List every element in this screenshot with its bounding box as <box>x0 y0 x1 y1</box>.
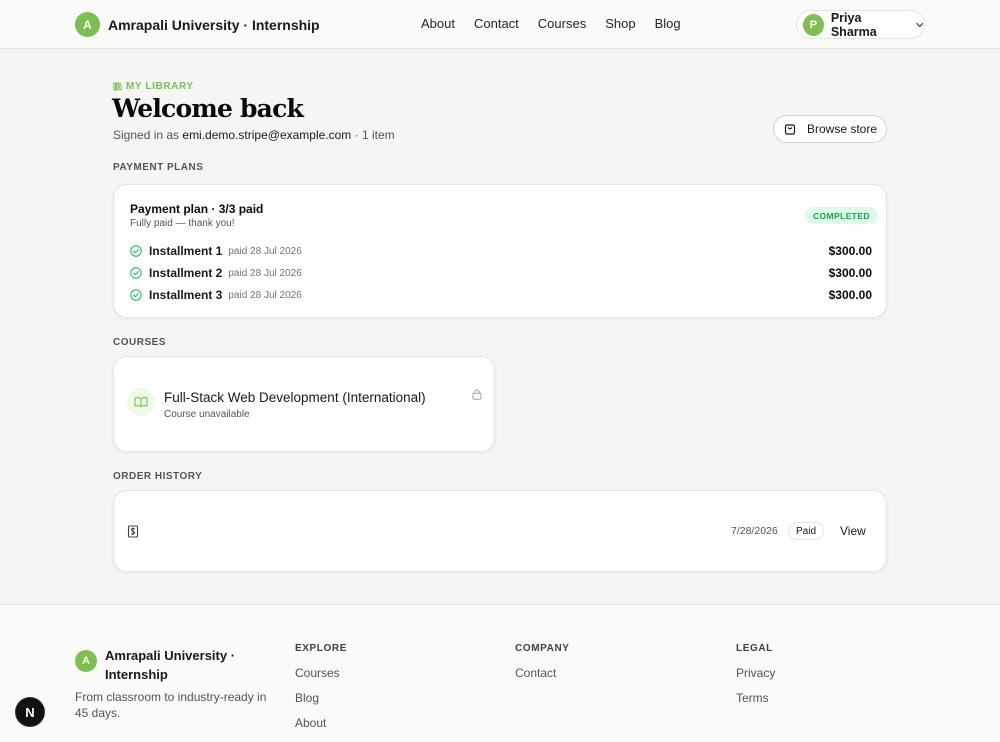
footer-column-legal: LEGAL Privacy Terms <box>736 643 775 716</box>
browse-store-button[interactable]: Browse store <box>773 115 887 143</box>
avatar: P <box>803 13 824 36</box>
nav-link-about[interactable]: About <box>421 16 455 31</box>
footer-column-title: EXPLORE <box>295 643 347 654</box>
course-title: Full-Stack Web Development (Internationa… <box>164 390 426 405</box>
main-nav: About Contact Courses Shop Blog <box>421 16 700 31</box>
shopping-bag-icon <box>784 124 796 135</box>
payment-plan-card: Payment plan · 3/3 paid Fully paid — tha… <box>113 184 887 318</box>
check-circle-icon <box>130 289 142 301</box>
user-menu-button[interactable]: P Priya Sharma <box>796 10 925 39</box>
item-count: · 1 item <box>351 128 395 142</box>
user-name: Priya Sharma <box>830 10 877 39</box>
chevron-down-icon <box>915 22 923 27</box>
top-navbar: A Amrapali University · Internship About… <box>0 0 1000 49</box>
footer-brand-name: Amrapali University · Internship <box>105 648 236 682</box>
footer-brand[interactable]: A Amrapali University · Internship <box>75 646 245 684</box>
footer-link-blog[interactable]: Blog <box>295 691 347 706</box>
installment-amount: $300.00 <box>828 244 872 258</box>
footer-link-about[interactable]: About <box>295 716 347 731</box>
installment-name: Installment 3 <box>149 288 223 302</box>
signed-in-prefix: Signed in as <box>113 128 183 142</box>
view-order-link[interactable]: View <box>840 524 866 538</box>
footer-link-privacy[interactable]: Privacy <box>736 666 775 681</box>
eyebrow-label: MY LIBRARY <box>126 81 194 92</box>
nav-link-courses[interactable]: Courses <box>538 16 586 31</box>
section-label-payment-plans: PAYMENT PLANS <box>113 162 204 173</box>
footer-column-title: LEGAL <box>736 643 773 654</box>
footer-tagline: From classroom to industry-ready in 45 d… <box>75 690 267 720</box>
user-email: emi.demo.stripe@example.com <box>182 128 352 142</box>
dev-tools-badge[interactable]: N <box>15 697 45 727</box>
status-badge: COMPLETED <box>805 207 878 224</box>
section-label-order-history: ORDER HISTORY <box>113 471 203 482</box>
browse-store-label: Browse store <box>807 122 878 136</box>
installment-name: Installment 1 <box>149 244 223 258</box>
order-card: 7/28/2026 Paid View <box>113 490 887 572</box>
installment-row: Installment 2 paid 28 Jul 2026 $300.00 <box>130 265 872 281</box>
footer-column-company: COMPANY Contact <box>515 643 570 691</box>
check-circle-icon <box>130 267 142 279</box>
footer-link-contact[interactable]: Contact <box>515 666 570 681</box>
footer-column-explore: EXPLORE Courses Blog About <box>295 643 347 741</box>
installment-amount: $300.00 <box>828 288 872 302</box>
installment-name: Installment 2 <box>149 266 223 280</box>
installment-row: Installment 1 paid 28 Jul 2026 $300.00 <box>130 243 872 259</box>
footer-logo: A <box>75 650 97 672</box>
status-badge: Paid <box>788 522 825 540</box>
nav-link-contact[interactable]: Contact <box>474 16 519 31</box>
library-icon <box>113 82 122 91</box>
brand-link[interactable]: A Amrapali University · Internship <box>75 12 320 37</box>
book-open-icon <box>134 397 148 408</box>
course-icon-wrap <box>127 388 155 416</box>
receipt-icon <box>127 525 139 538</box>
nav-link-shop[interactable]: Shop <box>605 16 635 31</box>
nav-link-blog[interactable]: Blog <box>655 16 681 31</box>
brand-name: Amrapali University · Internship <box>108 16 320 33</box>
lock-icon <box>472 389 482 400</box>
signed-in-text: Signed in as emi.demo.stripe@example.com… <box>113 128 395 142</box>
installment-row: Installment 3 paid 28 Jul 2026 $300.00 <box>130 287 872 303</box>
page-title: Welcome back <box>112 94 304 123</box>
footer-link-terms[interactable]: Terms <box>736 691 775 706</box>
course-card[interactable]: Full-Stack Web Development (Internationa… <box>113 356 495 452</box>
library-eyebrow: MY LIBRARY <box>113 81 194 92</box>
installment-date: paid 28 Jul 2026 <box>228 267 302 279</box>
plan-title: Payment plan · 3/3 paid <box>130 202 264 216</box>
section-label-courses: COURSES <box>113 337 166 348</box>
check-circle-icon <box>130 245 142 257</box>
site-footer: A Amrapali University · Internship From … <box>0 604 1000 742</box>
installment-date: paid 28 Jul 2026 <box>228 289 302 301</box>
installment-amount: $300.00 <box>828 266 872 280</box>
plan-subtitle: Fully paid — thank you! <box>130 218 235 229</box>
footer-link-courses[interactable]: Courses <box>295 666 347 681</box>
footer-column-title: COMPANY <box>515 643 570 654</box>
course-status: Course unavailable <box>164 409 250 420</box>
brand-logo: A <box>75 12 100 37</box>
order-date: 7/28/2026 <box>731 525 778 537</box>
installment-date: paid 28 Jul 2026 <box>228 245 302 257</box>
